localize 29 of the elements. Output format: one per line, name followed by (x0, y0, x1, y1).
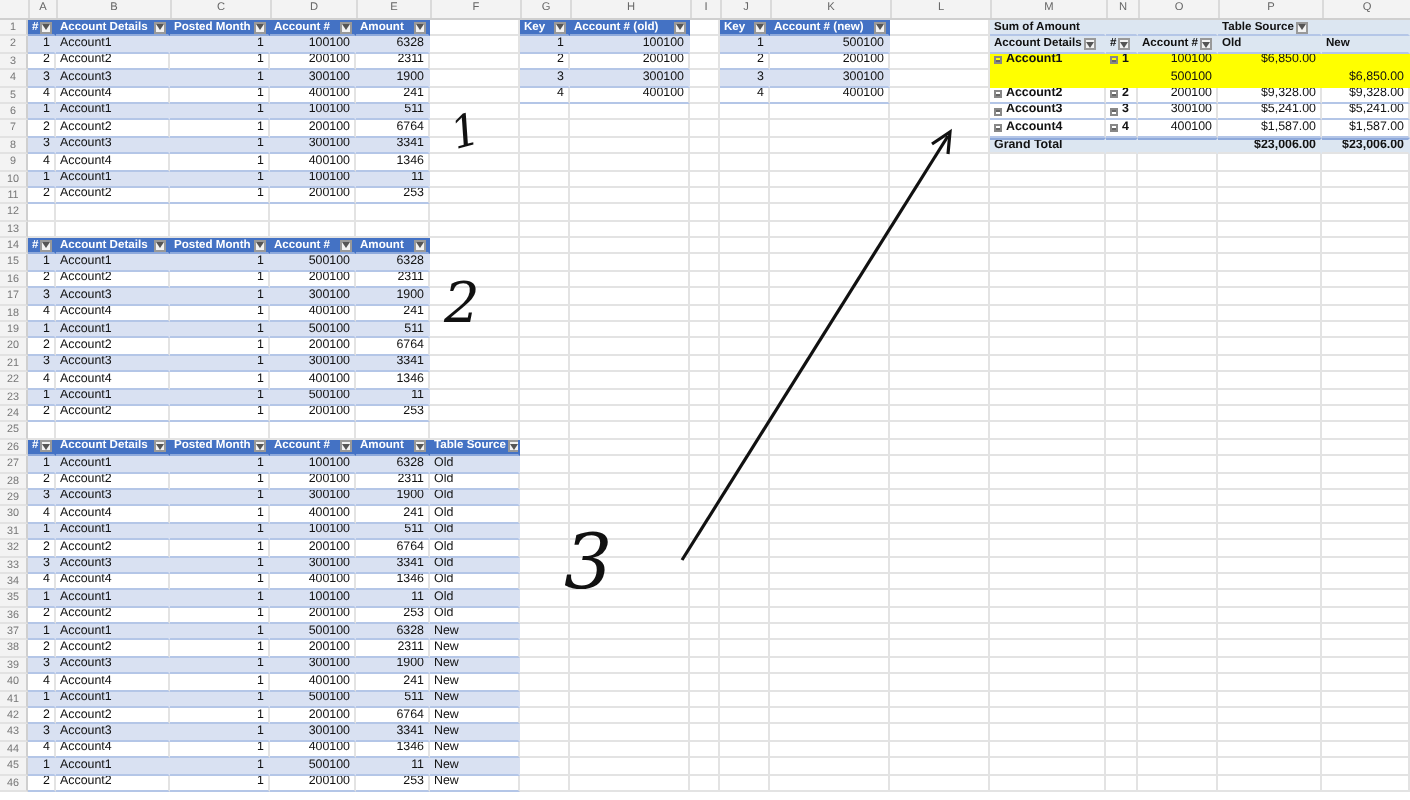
filter-dropdown-icon[interactable] (154, 239, 166, 252)
filter-dropdown-icon[interactable] (254, 21, 266, 34)
filter-dropdown-icon[interactable] (1200, 38, 1213, 51)
filter-dropdown-icon[interactable] (40, 239, 53, 252)
filter-dropdown-icon[interactable] (1083, 38, 1096, 51)
filter-dropdown-icon[interactable] (414, 239, 426, 252)
handwritten-number: 2 (444, 276, 480, 332)
filter-dropdown-icon[interactable] (1295, 21, 1308, 34)
filter-dropdown-icon[interactable] (40, 21, 53, 34)
filter-dropdown-icon[interactable] (340, 239, 352, 252)
filter-dropdown-icon[interactable] (340, 440, 352, 453)
filter-dropdown-icon[interactable] (414, 21, 426, 34)
filter-dropdown-icon[interactable] (414, 440, 426, 453)
filter-dropdown-icon[interactable] (674, 21, 686, 34)
filter-dropdown-icon[interactable] (154, 440, 166, 453)
handwritten-number: 1 (446, 109, 486, 159)
filter-dropdown-icon[interactable] (254, 239, 266, 252)
filter-dropdown-icon[interactable] (254, 440, 266, 453)
filter-dropdown-icon[interactable] (554, 21, 566, 34)
filter-dropdown-icon[interactable] (154, 21, 166, 34)
filter-dropdown-icon[interactable] (40, 440, 53, 453)
filter-dropdown-icon[interactable] (1118, 38, 1131, 51)
collapse-icon[interactable] (994, 56, 1002, 65)
handwritten-number: 3 (564, 524, 613, 600)
filter-dropdown-icon[interactable] (874, 21, 886, 34)
filter-dropdown-icon[interactable] (754, 21, 766, 34)
collapse-icon[interactable] (1110, 56, 1118, 65)
filter-dropdown-icon[interactable] (340, 21, 352, 34)
filter-dropdown-icon[interactable] (507, 440, 518, 453)
